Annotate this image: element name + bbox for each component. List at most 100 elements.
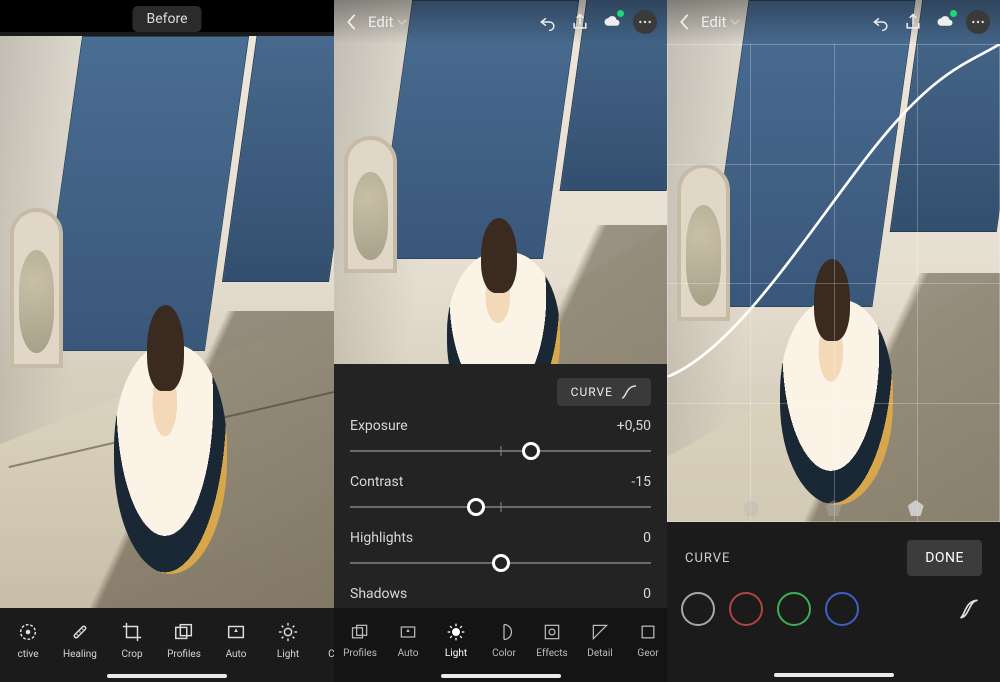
shadows-label: Shadows bbox=[350, 586, 407, 602]
toolbar-item-profiles[interactable]: Profiles bbox=[336, 621, 384, 659]
curve-panel-label: CURVE bbox=[685, 551, 730, 566]
undo-button[interactable] bbox=[537, 11, 559, 33]
toolbar-item-color[interactable]: Color bbox=[314, 621, 334, 660]
light-icon bbox=[445, 621, 467, 643]
auto-icon bbox=[397, 621, 419, 643]
tone-curve-path[interactable] bbox=[667, 44, 1000, 377]
toolbar-label: Auto bbox=[398, 648, 419, 659]
profiles-icon bbox=[173, 621, 195, 643]
healing-icon bbox=[69, 621, 91, 643]
edit-menu-button[interactable]: Edit bbox=[701, 13, 740, 31]
highlights-value: 0 bbox=[643, 530, 651, 546]
contrast-slider[interactable] bbox=[350, 498, 651, 516]
toolbar-label: ctive bbox=[17, 649, 38, 660]
exposure-knob[interactable] bbox=[522, 442, 540, 460]
toolbar-label: Profiles bbox=[343, 648, 377, 659]
highlights-slider-row: Highlights0 bbox=[350, 530, 651, 572]
edit-label: Edit bbox=[701, 13, 726, 31]
light-adjustments-panel: CURVE Exposure +0,50 Contrast -15 Highligh… bbox=[334, 364, 667, 608]
crop-icon bbox=[121, 621, 143, 643]
toolbar-item-light[interactable]: Light bbox=[262, 621, 314, 660]
undo-button[interactable] bbox=[870, 11, 892, 33]
curve-handle-midtones[interactable] bbox=[826, 500, 842, 516]
toolbar-item-profiles[interactable]: Profiles bbox=[158, 621, 210, 660]
back-button[interactable] bbox=[344, 13, 358, 31]
toolbar-item-detail[interactable]: Detail bbox=[576, 621, 624, 659]
toolbar-item-geometry[interactable]: Geor bbox=[624, 621, 667, 659]
home-indicator[interactable] bbox=[107, 674, 227, 678]
bottom-toolbar: ctive Healing Crop Profiles Auto Light bbox=[0, 608, 334, 682]
toolbar-label: Profiles bbox=[167, 649, 201, 660]
toolbar-item-auto[interactable]: Auto bbox=[210, 621, 262, 660]
toolbar-label: Auto bbox=[226, 649, 247, 660]
selective-icon bbox=[17, 621, 39, 643]
curve-icon bbox=[621, 385, 637, 399]
contrast-knob[interactable] bbox=[467, 498, 485, 516]
shadows-slider-row: Shadows 0 bbox=[350, 586, 651, 602]
parametric-curve-button[interactable] bbox=[952, 592, 986, 626]
toolbar-item-healing[interactable]: Healing bbox=[54, 621, 106, 660]
toolbar-label: Healing bbox=[63, 649, 97, 660]
contrast-slider-row: Contrast -15 bbox=[350, 474, 651, 516]
geometry-icon bbox=[637, 621, 659, 643]
contrast-label: Contrast bbox=[350, 474, 403, 490]
curve-channel-luma[interactable] bbox=[681, 592, 715, 626]
curve-channel-blue[interactable] bbox=[825, 592, 859, 626]
exposure-slider[interactable] bbox=[350, 442, 651, 460]
light-icon bbox=[277, 621, 299, 643]
toolbar-label: Color bbox=[492, 648, 516, 659]
toolbar-label: Geor bbox=[637, 648, 658, 659]
cloud-sync-button[interactable] bbox=[934, 11, 956, 33]
home-indicator[interactable] bbox=[441, 674, 561, 678]
before-pill[interactable]: Before bbox=[132, 6, 201, 32]
toolbar-item-auto[interactable]: Auto bbox=[384, 621, 432, 659]
curve-button-label: CURVE bbox=[571, 385, 613, 399]
toolbar-item-selective[interactable]: ctive bbox=[2, 621, 54, 660]
toolbar-label: Crop bbox=[121, 649, 142, 660]
curve-editor-canvas[interactable] bbox=[667, 44, 1000, 522]
photo-hair bbox=[481, 218, 518, 293]
done-button[interactable]: DONE bbox=[907, 540, 982, 576]
toolbar-item-crop[interactable]: Crop bbox=[106, 621, 158, 660]
shadows-value: 0 bbox=[643, 586, 651, 602]
curve-channel-red[interactable] bbox=[729, 592, 763, 626]
curve-button[interactable]: CURVE bbox=[557, 378, 651, 406]
toolbar-item-effects[interactable]: Effects bbox=[528, 621, 576, 659]
exposure-slider-row: Exposure +0,50 bbox=[350, 418, 651, 460]
highlights-knob[interactable] bbox=[492, 554, 510, 572]
curve-handle-highlights[interactable] bbox=[908, 500, 924, 516]
share-button[interactable] bbox=[902, 11, 924, 33]
toolbar-item-light[interactable]: Light bbox=[432, 621, 480, 659]
detail-icon bbox=[589, 621, 611, 643]
photo-preview[interactable] bbox=[0, 36, 334, 608]
toolbar-label: Light bbox=[277, 649, 299, 660]
edit-menu-button[interactable]: Edit bbox=[368, 13, 407, 31]
more-button[interactable] bbox=[966, 10, 990, 34]
edit-label: Edit bbox=[368, 13, 393, 31]
back-button[interactable] bbox=[677, 13, 691, 31]
curve-channel-green[interactable] bbox=[777, 592, 811, 626]
effects-icon bbox=[541, 621, 563, 643]
more-button[interactable] bbox=[633, 10, 657, 34]
curve-handle-shadows[interactable] bbox=[743, 500, 759, 516]
home-indicator[interactable] bbox=[774, 673, 894, 677]
screenshot-light-panel: Edit CURVE Exposure +0,50 Contrast -15 bbox=[334, 0, 667, 682]
exposure-value: +0,50 bbox=[617, 418, 651, 434]
toolbar-label: Effects bbox=[536, 648, 567, 659]
toolbar-item-color[interactable]: Color bbox=[480, 621, 528, 659]
contrast-value: -15 bbox=[631, 474, 651, 490]
share-button[interactable] bbox=[569, 11, 591, 33]
exposure-label: Exposure bbox=[350, 418, 408, 434]
cloud-sync-button[interactable] bbox=[601, 11, 623, 33]
toolbar-label: Detail bbox=[587, 648, 612, 659]
highlights-slider[interactable] bbox=[350, 554, 651, 572]
color-icon bbox=[493, 621, 515, 643]
auto-icon bbox=[225, 621, 247, 643]
topbar: Edit bbox=[667, 0, 1000, 44]
bottom-toolbar: Profiles Auto Light Color Effects Detail bbox=[334, 608, 667, 682]
screenshot-curve-panel: Edit CURVE bbox=[667, 0, 1000, 682]
photo-hair bbox=[147, 305, 184, 391]
profiles-icon bbox=[349, 621, 371, 643]
chevron-down-icon bbox=[397, 19, 407, 25]
screenshot-before-panel: Before ctive Healing Crop bbox=[0, 0, 334, 682]
